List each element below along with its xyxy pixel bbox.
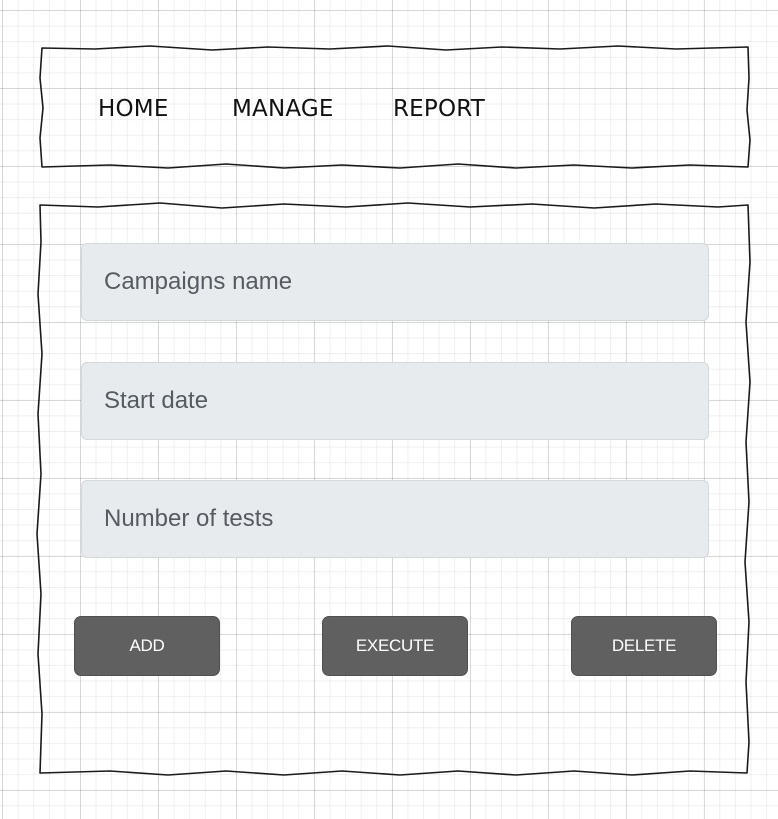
add-button[interactable]: ADD — [74, 616, 220, 676]
start-date-input[interactable] — [81, 362, 709, 440]
execute-button[interactable]: EXECUTE — [322, 616, 468, 676]
nav-home-link[interactable]: HOME — [98, 95, 169, 123]
wireframe-canvas: HOME MANAGE REPORT ADD EXECUTE DELETE — [0, 0, 778, 819]
delete-button[interactable]: DELETE — [571, 616, 717, 676]
nav-manage-link[interactable]: MANAGE — [232, 95, 334, 123]
campaign-name-input[interactable] — [81, 243, 709, 321]
nav-report-link[interactable]: REPORT — [393, 95, 485, 123]
number-of-tests-input[interactable] — [81, 480, 709, 558]
